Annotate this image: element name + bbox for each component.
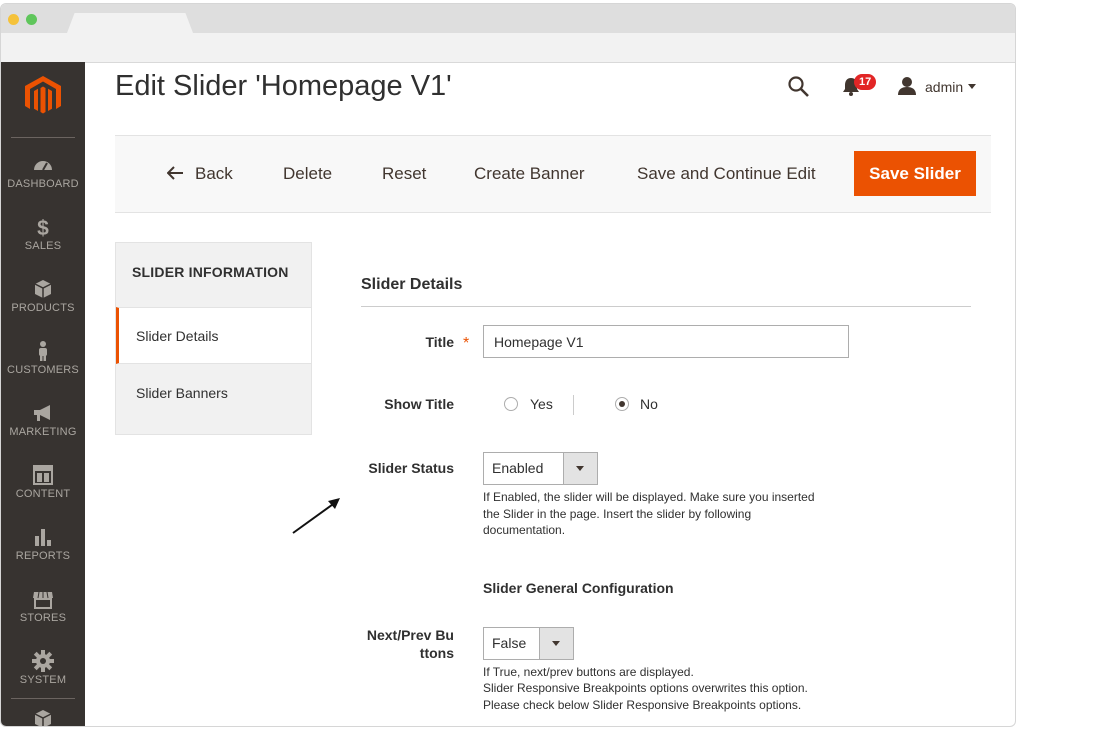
sidebar-item-label: SYSTEM [19, 674, 67, 686]
sidebar-item-marketing[interactable]: MARKETING [1, 402, 85, 438]
page-title: Edit Slider 'Homepage V1' [115, 70, 452, 102]
sidebar-item-label: SALES [24, 240, 62, 252]
minimize-dot[interactable] [8, 14, 19, 25]
tabs-heading: SLIDER INFORMATION [132, 264, 289, 280]
save-slider-button[interactable]: Save Slider [854, 151, 976, 196]
slider-information-tabs: SLIDER INFORMATION Slider Details Slider… [115, 242, 312, 435]
back-button-label: Back [195, 164, 233, 183]
store-icon [33, 591, 53, 609]
select-value: False [492, 635, 527, 651]
sidebar-item-label: MARKETING [9, 426, 77, 438]
section-title: Slider Details [361, 276, 463, 293]
status-note-line: the Slider in the page. Insert the slide… [483, 507, 752, 521]
window-titlebar [1, 4, 1015, 33]
svg-text:$: $ [37, 217, 49, 238]
sidebar-item-label: DASHBOARD [7, 178, 79, 190]
chevron-down-icon[interactable] [968, 84, 976, 89]
tab-slider-details[interactable]: Slider Details [116, 307, 311, 364]
reset-button[interactable]: Reset [382, 164, 426, 184]
chevron-down-icon [563, 453, 597, 484]
nav-note-line: If True, next/prev buttons are displayed… [483, 665, 694, 679]
tab-slider-banners[interactable]: Slider Banners [116, 365, 311, 422]
status-note-line: documentation. [483, 523, 566, 537]
pointer-arrow-annotation [292, 498, 340, 534]
notification-count-badge[interactable]: 17 [854, 74, 877, 90]
cube-icon [34, 280, 52, 298]
browser-tab[interactable] [67, 13, 193, 33]
select-value: Enabled [492, 460, 544, 476]
sidebar-item-label: PRODUCTS [11, 302, 75, 314]
page-actions-bar: Back Delete Reset Create Banner Save and… [115, 135, 991, 213]
person-icon [39, 341, 47, 361]
show-title-yes-radio[interactable] [504, 397, 518, 411]
nav-note-line: Please check below Slider Responsive Bre… [483, 698, 802, 712]
show-title-no-radio[interactable] [615, 397, 629, 411]
tab-label: Slider Banners [136, 385, 228, 401]
chevron-down-icon [539, 628, 573, 659]
show-title-label: Show Title [384, 396, 454, 412]
magento-logo-icon[interactable] [25, 76, 61, 116]
nav-note-line: Slider Responsive Breakpoints options ov… [483, 681, 808, 695]
sidebar-item-dashboard[interactable]: DASHBOARD [1, 154, 85, 190]
save-and-continue-button[interactable]: Save and Continue Edit [637, 164, 816, 184]
next-prev-buttons-label: ttons [419, 645, 454, 661]
megaphone-icon [34, 405, 50, 421]
radio-separator [573, 395, 574, 415]
slider-status-select[interactable]: Enabled [483, 452, 598, 485]
back-button[interactable]: Back [166, 164, 233, 184]
title-input[interactable] [483, 325, 849, 358]
next-prev-buttons-select[interactable]: False [483, 627, 574, 660]
title-label: Title [425, 334, 454, 350]
bar-chart-icon [35, 529, 51, 546]
arrow-left-icon [166, 166, 183, 180]
create-banner-button[interactable]: Create Banner [474, 164, 585, 184]
status-note-line: If Enabled, the slider will be displayed… [483, 490, 815, 504]
sidebar-divider [11, 698, 75, 699]
section-divider [361, 306, 971, 307]
cube-stack-icon [34, 710, 52, 726]
sidebar-item-content[interactable]: CONTENT [1, 464, 85, 500]
general-config-heading: Slider General Configuration [483, 580, 674, 596]
sidebar-item-reports[interactable]: REPORTS [1, 526, 85, 562]
sidebar-item-label: REPORTS [15, 550, 71, 562]
user-icon[interactable] [897, 76, 917, 96]
required-asterisk: * [463, 335, 470, 352]
maximize-dot[interactable] [26, 14, 37, 25]
admin-sidebar: DASHBOARD $ SALES PRODUCTS CUSTOMERS MAR… [1, 62, 85, 726]
sidebar-item-label: CONTENT [15, 488, 71, 500]
sidebar-item-label: STORES [19, 612, 67, 624]
sidebar-divider [11, 137, 75, 138]
show-title-yes-label[interactable]: Yes [530, 396, 553, 412]
sidebar-item-stores[interactable]: STORES [1, 588, 85, 624]
sidebar-item-system[interactable]: SYSTEM [1, 650, 85, 686]
dollar-icon: $ [37, 217, 49, 238]
next-prev-buttons-label: Next/Prev Bu [366, 627, 454, 643]
delete-button[interactable]: Delete [283, 164, 332, 184]
show-title-no-label[interactable]: No [640, 396, 658, 412]
dashboard-icon [34, 161, 52, 171]
slider-status-label: Slider Status [368, 460, 454, 476]
sidebar-item-customers[interactable]: CUSTOMERS [1, 340, 85, 376]
search-icon[interactable] [787, 75, 811, 99]
sidebar-item-sales[interactable]: $ SALES [1, 216, 85, 252]
sidebar-item-label: CUSTOMERS [7, 364, 79, 376]
sidebar-item-products[interactable]: PRODUCTS [1, 278, 85, 314]
browser-toolbar [1, 33, 1015, 63]
sidebar-item-extensions[interactable] [1, 708, 85, 726]
layout-icon [33, 465, 53, 485]
tab-label: Slider Details [136, 328, 219, 344]
gear-icon [32, 650, 54, 672]
user-name[interactable]: admin [925, 79, 963, 95]
